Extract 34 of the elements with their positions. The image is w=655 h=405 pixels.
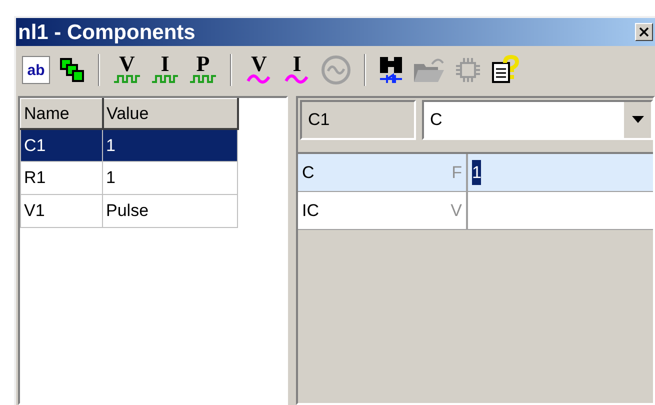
property-value: 1 — [472, 160, 482, 186]
table-cell: V1 — [20, 194, 102, 228]
sine-wave-icon — [245, 74, 273, 84]
pulse-wave-icon — [189, 74, 217, 84]
window-title: nl1 - Components — [18, 22, 196, 42]
table-cell: Pulse — [102, 194, 238, 228]
property-name: IC — [302, 200, 319, 222]
column-header[interactable]: Value — [102, 98, 238, 128]
property-name: C — [302, 162, 314, 184]
close-button[interactable] — [635, 23, 653, 41]
property-unit: F — [452, 162, 462, 184]
pulse-wave-icon — [151, 74, 179, 84]
sine-wave-icon — [283, 74, 311, 84]
component-row[interactable]: C1 1 — [20, 128, 238, 162]
property-row[interactable]: C F 1 — [298, 154, 653, 192]
component-row[interactable]: V1 Pulse — [20, 194, 238, 228]
close-icon — [639, 27, 649, 37]
dropdown-caret-icon[interactable] — [623, 102, 651, 138]
property-unit: V — [450, 200, 462, 222]
pulse-source-button[interactable]: I — [150, 54, 180, 86]
sine-source-button[interactable]: V — [244, 54, 274, 86]
pulse-source-button[interactable]: V — [112, 54, 142, 86]
squares-icon[interactable] — [58, 56, 86, 84]
component-row[interactable]: R1 1 — [20, 162, 238, 194]
property-row[interactable]: IC V — [298, 192, 653, 230]
pulse-wave-icon — [113, 74, 141, 84]
pulse-source-button[interactable]: P — [188, 54, 218, 86]
binoculars-icon[interactable] — [378, 55, 404, 85]
help-icon[interactable] — [490, 55, 520, 85]
text-edit-button[interactable]: ab — [22, 56, 50, 84]
column-header[interactable]: Name — [20, 98, 102, 128]
type-dropdown[interactable]: C — [422, 100, 653, 140]
sine-source-button[interactable]: I — [282, 54, 312, 86]
component-label: C1 — [300, 100, 416, 140]
